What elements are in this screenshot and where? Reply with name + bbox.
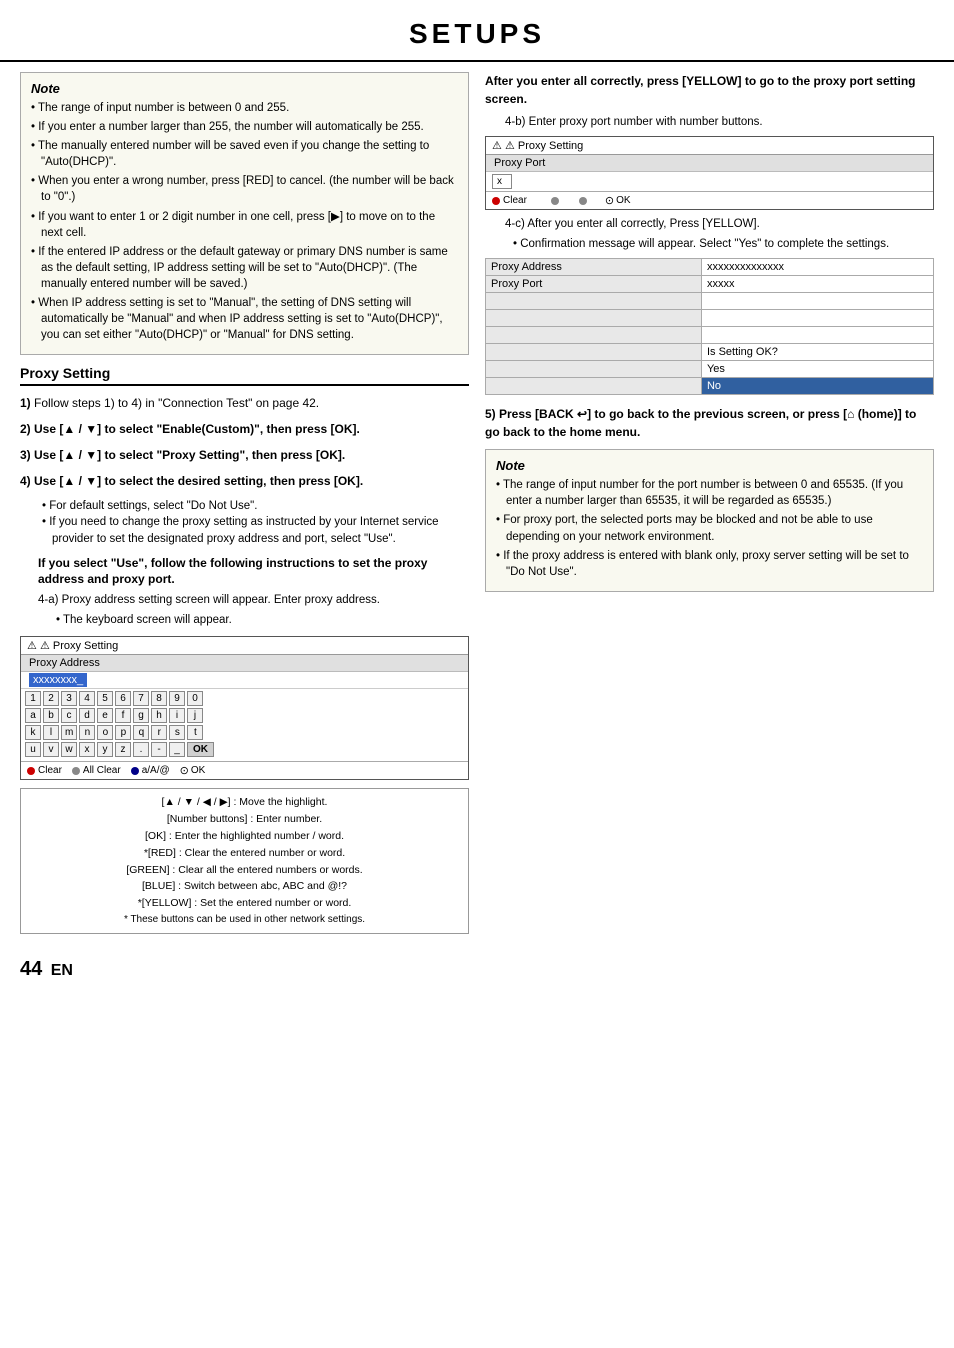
note-item: If the entered IP address or the default… [31,244,458,292]
note-list: The range of input number is between 0 a… [31,100,458,343]
step-3: 3) Use [▲ / ▼] to select "Proxy Setting"… [20,446,469,464]
table-row-is-setting: Is Setting OK? [486,344,934,361]
section-title-proxy: Proxy Setting [20,365,469,386]
proxy-port-ok-btn[interactable]: OK [605,194,631,207]
step-4: 4) Use [▲ / ▼] to select the desired set… [20,472,469,490]
proxy-port-input-area: x [486,172,933,191]
note-title-2: Note [496,458,923,473]
page-lang: EN [51,962,73,979]
clear-btn[interactable]: Clear [27,765,62,776]
legend-row: *[RED] : Clear the entered number or wor… [29,845,460,862]
legend-row: [Number buttons] : Enter number. [29,811,460,828]
table-value-no[interactable]: No [701,378,933,395]
note-item-2: The range of input number for the port n… [496,477,923,509]
page-footer: 44 EN [0,948,954,991]
key-row-k: klmnopqrst [25,725,464,740]
legend-row: [▲ / ▼ / ◀ / ▶] : Move the highlight. [29,794,460,811]
aA-btn[interactable]: a/A/@ [131,765,170,776]
note-item: If you enter a number larger than 255, t… [31,119,458,135]
table-value-is-setting: Is Setting OK? [701,344,933,361]
table-value-proxy-port: xxxxx [701,276,933,293]
note-item: When you enter a wrong number, press [RE… [31,173,458,205]
key-row-u: uvwxyz.-_OK [25,742,464,757]
note-item-2: If the proxy address is entered with bla… [496,548,923,580]
step-1: 1) Follow steps 1) to 4) in "Connection … [20,394,469,412]
keyboard-screen-footer: Clear All Clear a/A/@ OK [21,761,468,779]
table-row-yes: Yes [486,361,934,378]
legend-box: [▲ / ▼ / ◀ / ▶] : Move the highlight. [N… [20,788,469,934]
proxy-port-screen: ⚠ ⚠ Proxy Setting Proxy Port x Clear OK [485,136,934,210]
ok-btn[interactable]: OK [180,764,206,777]
step4c-bullet: Confirmation message will appear. Select… [513,236,934,252]
legend-row: [BLUE] : Switch between abc, ABC and @!? [29,878,460,895]
step-2: 2) Use [▲ / ▼] to select "Enable(Custom)… [20,420,469,438]
table-label-proxy-port: Proxy Port [486,276,702,293]
right-column: After you enter all correctly, press [YE… [485,72,934,938]
step4a-bullet: The keyboard screen will appear. [56,612,469,628]
table-row: Proxy Port xxxxx [486,276,934,293]
warn-icon: ⚠ [27,640,37,652]
step4-bullet-2: If you need to change the proxy setting … [42,514,469,546]
note-box-bottom: Note The range of input number for the p… [485,449,934,592]
table-row-empty-1 [486,293,934,310]
after-note: After you enter all correctly, press [YE… [485,72,934,108]
page-number: 44 [20,958,42,980]
note-list-2: The range of input number for the port n… [496,477,923,580]
note-item: The manually entered number will be save… [31,138,458,170]
step4b: 4-b) Enter proxy port number with number… [505,114,934,130]
note-box-top: Note The range of input number is betwee… [20,72,469,355]
key-row-a: abcdefghij [25,708,464,723]
keyboard-screen-header: ⚠ ⚠ Proxy Setting [21,637,468,655]
table-value-yes[interactable]: Yes [701,361,933,378]
confirmation-table: Proxy Address xxxxxxxxxxxxxx Proxy Port … [485,258,934,395]
keyboard-screen: ⚠ ⚠ Proxy Setting Proxy Address xxxxxxxx… [20,636,469,780]
proxy-port-footer: Clear OK [486,191,933,209]
note-item-2: For proxy port, the selected ports may b… [496,512,923,544]
left-column: Note The range of input number is betwee… [20,72,469,938]
table-row: Proxy Address xxxxxxxxxxxxxx [486,259,934,276]
table-row-empty-2 [486,310,934,327]
legend-row: [OK] : Enter the highlighted number / wo… [29,828,460,845]
legend-row: *[YELLOW] : Set the entered number or wo… [29,895,460,912]
legend-row: * These buttons can be used in other net… [29,912,460,928]
proxy-port-input-field[interactable]: x [492,174,512,189]
note-item: When IP address setting is set to "Manua… [31,295,458,343]
note-item: The range of input number is between 0 a… [31,100,458,116]
instructions-bold: If you select "Use", follow the followin… [38,555,469,589]
step-5: 5) Press [BACK ↩] to go back to the prev… [485,405,934,441]
table-label-proxy-address: Proxy Address [486,259,702,276]
page-title: SETUPS [0,0,954,62]
keyboard-grid: 1234567890 abcdefghij klmnopqrst uvwxyz.… [21,689,468,761]
legend-row: [GREEN] : Clear all the entered numbers … [29,862,460,879]
table-row-empty-3 [486,327,934,344]
key-row-numbers: 1234567890 [25,691,464,706]
all-clear-btn[interactable]: All Clear [72,765,121,776]
proxy-address-label: Proxy Address [29,657,100,669]
table-row-no: No [486,378,934,395]
proxy-address-input[interactable]: xxxxxxxx_ [29,673,87,687]
proxy-port-label: Proxy Port [494,157,545,169]
table-value-proxy-address: xxxxxxxxxxxxxx [701,259,933,276]
note-title: Note [31,81,458,96]
note-item: If you want to enter 1 or 2 digit number… [31,209,458,241]
step4c-title: 4-c) After you enter all correctly, Pres… [505,216,934,232]
proxy-port-clear-btn[interactable]: Clear [492,195,527,206]
warn-icon2: ⚠ [492,140,502,152]
proxy-port-header: ⚠ ⚠ Proxy Setting [486,137,933,155]
step4a-title: 4-a) Proxy address setting screen will a… [38,592,469,608]
step4-bullet-1: For default settings, select "Do Not Use… [42,498,469,514]
